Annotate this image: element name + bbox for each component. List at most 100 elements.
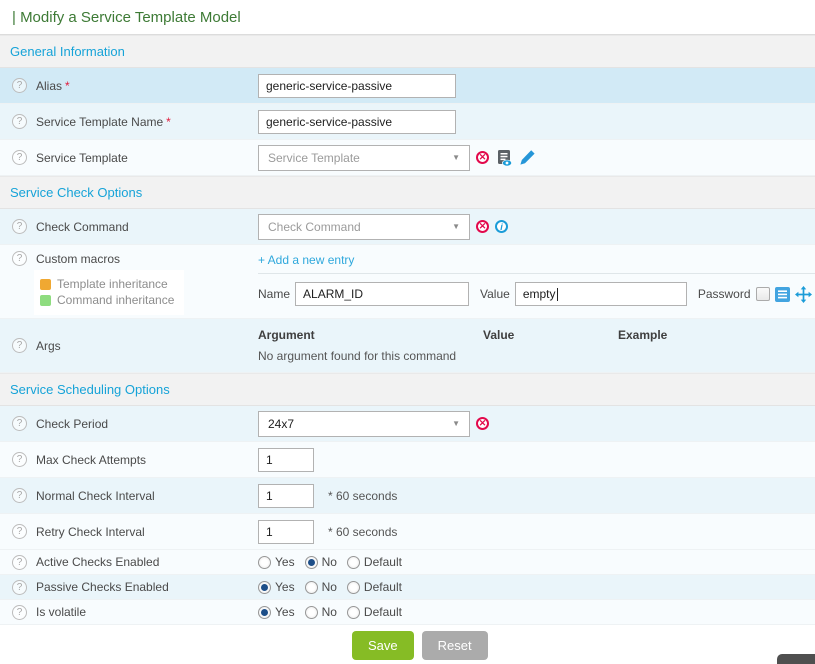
max-check-attempts-label: Max Check Attempts [36,453,146,467]
service-template-name-input[interactable] [258,110,456,134]
is-volatile-label: Is volatile [36,605,86,619]
info-icon[interactable]: i [495,220,508,233]
alias-label: Alias* [36,79,70,93]
radio-icon-checked[interactable] [258,581,271,594]
interval-unit-label: * 60 seconds [328,489,397,503]
radio-icon-checked[interactable] [305,556,318,569]
help-icon[interactable]: ? [12,524,27,539]
args-table: Argument Value Example No argument found… [258,328,815,363]
command-inheritance-label: Command inheritance [57,292,174,308]
radio-icon[interactable] [347,556,360,569]
radio-option-default[interactable]: Default [347,580,402,594]
passive-checks-enabled-label: Passive Checks Enabled [36,580,169,594]
macro-password-label: Password [698,287,751,301]
retry-check-interval-label: Retry Check Interval [36,525,145,539]
radio-option-yes[interactable]: Yes [258,555,295,569]
args-empty-message: No argument found for this command [258,349,805,363]
radio-option-no[interactable]: No [305,580,337,594]
section-service-check-options: Service Check Options [0,176,815,209]
radio-icon[interactable] [305,606,318,619]
row-max-check-attempts: ? Max Check Attempts [0,442,815,478]
command-inheritance-swatch [40,295,51,306]
normal-check-interval-input[interactable] [258,484,314,508]
help-icon[interactable]: ? [12,452,27,467]
text-caret [557,288,558,301]
custom-macros-label: Custom macros [36,252,120,266]
retry-check-interval-input[interactable] [258,520,314,544]
row-is-volatile: ? Is volatile Yes No Default [0,600,815,625]
macro-value-input[interactable]: empty [515,282,687,306]
section-service-scheduling-options: Service Scheduling Options [0,373,815,406]
clear-selection-icon[interactable]: ✕ [476,417,489,430]
row-active-checks-enabled: ? Active Checks Enabled Yes No Default [0,550,815,575]
section-general-information: General Information [0,35,815,68]
template-inheritance-label: Template inheritance [57,276,168,292]
check-command-select[interactable]: Check Command ▼ [258,214,470,240]
radio-option-default[interactable]: Default [347,605,402,619]
check-period-select[interactable]: 24x7 ▼ [258,411,470,437]
args-header-value: Value [483,328,618,342]
row-args: ? Args Argument Value Example No argumen… [0,319,815,373]
help-icon[interactable]: ? [12,555,27,570]
alias-input[interactable] [258,74,456,98]
help-icon[interactable]: ? [12,219,27,234]
move-macro-icon[interactable] [795,286,812,303]
chevron-down-icon: ▼ [452,222,460,231]
radio-icon[interactable] [258,556,271,569]
macro-name-label: Name [258,287,290,301]
radio-icon[interactable] [305,581,318,594]
help-icon[interactable]: ? [12,251,27,266]
radio-option-no[interactable]: No [305,605,337,619]
help-icon[interactable]: ? [12,338,27,353]
clear-selection-icon[interactable]: ✕ [476,220,489,233]
required-marker: * [65,79,70,93]
save-button[interactable]: Save [352,631,414,660]
clear-selection-icon[interactable]: ✕ [476,151,489,164]
help-icon[interactable]: ? [12,114,27,129]
macro-description-icon[interactable] [775,287,790,302]
args-header-argument: Argument [258,328,483,342]
radio-option-yes[interactable]: Yes [258,605,295,619]
help-icon[interactable]: ? [12,605,27,620]
row-service-template: ? Service Template Service Template ▼ ✕ [0,140,815,176]
args-label: Args [36,339,61,353]
radio-icon[interactable] [347,581,360,594]
interval-unit-label: * 60 seconds [328,525,397,539]
service-template-name-label: Service Template Name* [36,115,171,129]
required-marker: * [166,115,171,129]
radio-option-no[interactable]: No [305,555,337,569]
help-icon[interactable]: ? [12,580,27,595]
row-retry-check-interval: ? Retry Check Interval * 60 seconds [0,514,815,550]
macro-inheritance-legend: Template inheritance Command inheritance [34,270,184,315]
row-alias: ? Alias* [0,68,815,104]
help-icon[interactable]: ? [12,150,27,165]
macro-name-input[interactable] [295,282,469,306]
radio-option-default[interactable]: Default [347,555,402,569]
row-passive-checks-enabled: ? Passive Checks Enabled Yes No Default [0,575,815,600]
view-template-icon[interactable] [495,149,513,167]
radio-option-yes[interactable]: Yes [258,580,295,594]
chevron-down-icon: ▼ [452,419,460,428]
max-check-attempts-input[interactable] [258,448,314,472]
help-icon[interactable]: ? [12,416,27,431]
radio-icon-checked[interactable] [258,606,271,619]
corner-widget[interactable] [777,654,815,664]
template-inheritance-swatch [40,279,51,290]
password-checkbox[interactable] [756,287,770,301]
help-icon[interactable]: ? [12,488,27,503]
check-command-label: Check Command [36,220,129,234]
service-template-select[interactable]: Service Template ▼ [258,145,470,171]
check-period-label: Check Period [36,417,108,431]
add-new-entry-link[interactable]: + Add a new entry [258,253,354,267]
row-normal-check-interval: ? Normal Check Interval * 60 seconds [0,478,815,514]
reset-button[interactable]: Reset [422,631,488,660]
row-check-command: ? Check Command Check Command ▼ ✕ i [0,209,815,245]
radio-icon[interactable] [347,606,360,619]
macro-value-label: Value [480,287,510,301]
chevron-down-icon: ▼ [452,153,460,162]
help-icon[interactable]: ? [12,78,27,93]
active-checks-enabled-label: Active Checks Enabled [36,555,159,569]
args-header-example: Example [618,328,805,342]
normal-check-interval-label: Normal Check Interval [36,489,155,503]
edit-pencil-icon[interactable] [519,149,536,166]
